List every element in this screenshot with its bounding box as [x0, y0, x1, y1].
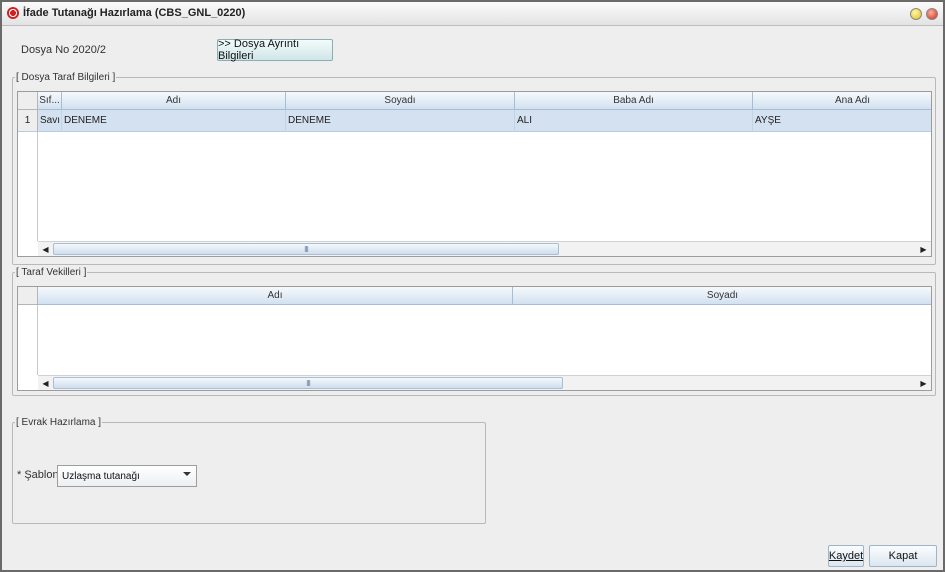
dialog-window: İfade Tutanağı Hazırlama (CBS_GNL_0220) …: [0, 0, 945, 572]
column-header-soyadi[interactable]: Soyadı: [513, 287, 931, 305]
cell-adi[interactable]: DENEME: [62, 110, 286, 132]
attorneys-legend: [ Taraf Vekilleri ]: [16, 267, 87, 278]
title-bar: İfade Tutanağı Hazırlama (CBS_GNL_0220): [2, 2, 943, 26]
column-header-ana-adi[interactable]: Ana Adı: [753, 92, 931, 110]
column-header-adi[interactable]: Adı: [62, 92, 286, 110]
attorneys-table-header: Adı Soyadı: [18, 287, 931, 305]
template-label: * Şablon: [17, 469, 59, 481]
minimize-icon[interactable]: [910, 8, 922, 20]
arrow-left-icon[interactable]: ◀: [38, 242, 53, 256]
close-button[interactable]: Kapat: [869, 545, 937, 567]
app-logo-icon: [7, 7, 19, 19]
close-icon[interactable]: [926, 8, 938, 20]
close-button-label: Kapat: [888, 550, 918, 562]
parties-horizontal-scrollbar[interactable]: ◀ III ▶: [38, 241, 931, 256]
window-title: İfade Tutanağı Hazırlama (CBS_GNL_0220): [23, 7, 246, 19]
chevron-down-icon: [183, 472, 191, 476]
table-corner: [18, 287, 38, 305]
attorneys-horizontal-scrollbar[interactable]: ◀ III ▶: [38, 375, 931, 390]
table-corner: [18, 92, 38, 110]
document-legend: [ Evrak Hazırlama ]: [16, 417, 102, 428]
parties-table-header: Sıf... Adı Soyadı Baba Adı Ana Adı: [18, 92, 931, 110]
arrow-right-icon[interactable]: ▶: [916, 376, 931, 390]
cell-sifat[interactable]: Savı: [38, 110, 62, 132]
column-header-baba-adi[interactable]: Baba Adı: [515, 92, 753, 110]
scrollbar-thumb[interactable]: III: [53, 243, 559, 255]
parties-table: Sıf... Adı Soyadı Baba Adı Ana Adı 1 Sav…: [17, 91, 932, 257]
cell-ana-adi[interactable]: AYŞE: [753, 110, 931, 132]
save-button[interactable]: Kaydet: [828, 545, 864, 567]
parties-legend: [ Dosya Taraf Bilgileri ]: [16, 72, 116, 83]
save-button-label: Kaydet: [828, 550, 864, 562]
table-row[interactable]: 1 Savı DENEME DENEME ALI AYŞE: [18, 110, 931, 132]
cell-baba-adi[interactable]: ALI: [515, 110, 753, 132]
template-select-value: Uzlaşma tutanağı: [62, 470, 140, 482]
attorneys-table: Adı Soyadı ◀ III ▶: [17, 286, 932, 391]
arrow-left-icon[interactable]: ◀: [38, 376, 53, 390]
dosya-detail-button[interactable]: >> Dosya Ayrıntı Bilgileri: [217, 38, 333, 62]
arrow-right-icon[interactable]: ▶: [916, 242, 931, 256]
column-header-soyadi[interactable]: Soyadı: [286, 92, 515, 110]
column-header-sifat[interactable]: Sıf...: [38, 92, 62, 110]
row-number: 1: [18, 110, 38, 132]
template-select[interactable]: Uzlaşma tutanağı: [57, 465, 197, 487]
cell-soyadi[interactable]: DENEME: [286, 110, 515, 132]
row-header-column: [18, 305, 38, 375]
scrollbar-thumb[interactable]: III: [53, 377, 563, 389]
dosya-no-label: Dosya No 2020/2: [21, 44, 106, 56]
column-header-adi[interactable]: Adı: [38, 287, 513, 305]
